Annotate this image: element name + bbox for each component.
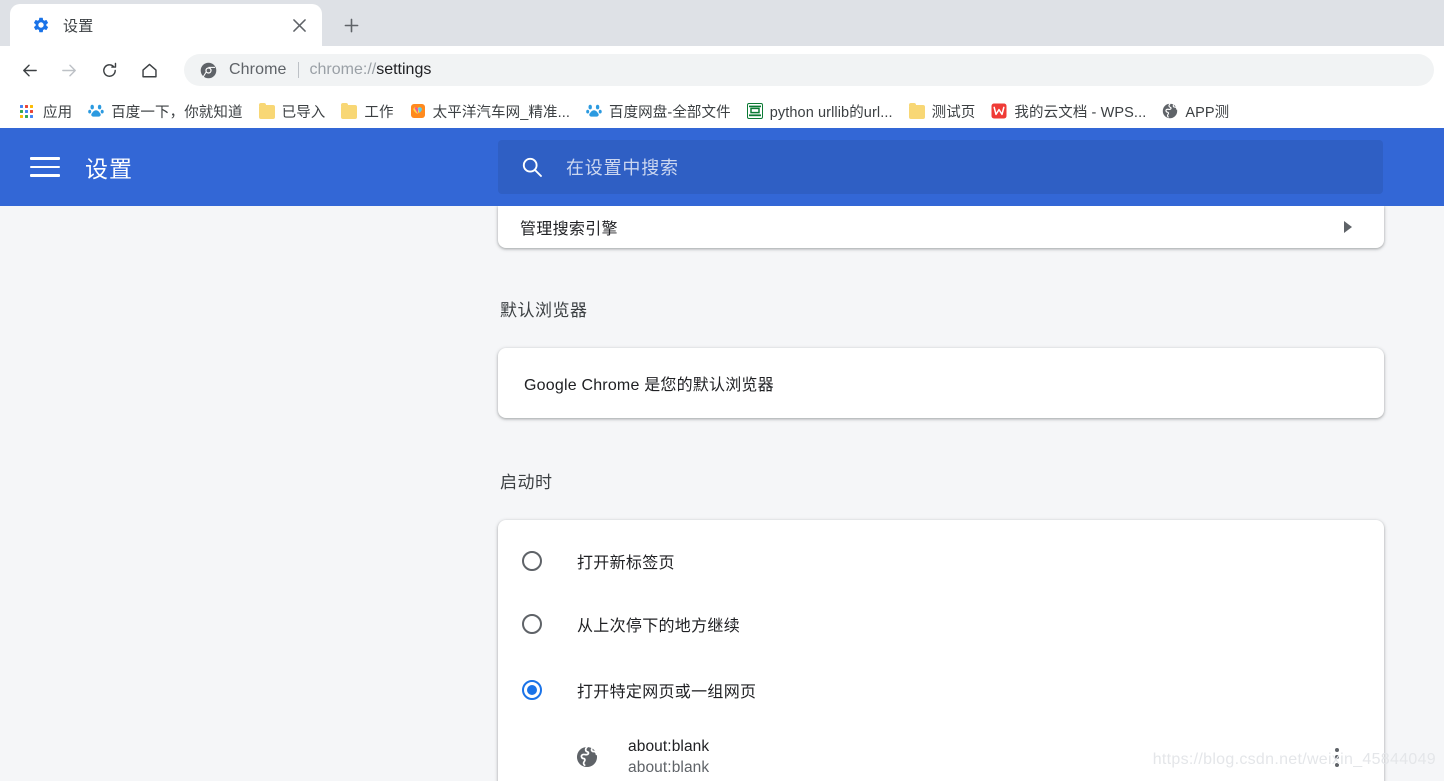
- hamburger-icon[interactable]: [30, 157, 60, 177]
- settings-search-input[interactable]: 在设置中搜索: [498, 140, 1383, 194]
- bookmark-label: 百度网盘-全部文件: [608, 104, 731, 121]
- folder-icon: [258, 102, 275, 119]
- bookmarks-bar: 应用 百度一下，你就知道 已导入 工作 太平洋汽车网_精准... 百度网盘-全部…: [0, 94, 1444, 128]
- startup-option-new-tab[interactable]: 打开新标签页: [498, 529, 1384, 592]
- bookmark-wps-cloud[interactable]: 我的云文档 - WPS...: [983, 98, 1154, 124]
- settings-header: 设置 在设置中搜索: [0, 128, 1444, 206]
- gear-icon: [34, 17, 49, 33]
- default-browser-section-title: 默认浏览器: [500, 301, 588, 320]
- bookmark-apps[interactable]: 应用: [12, 98, 80, 124]
- search-icon: [522, 157, 542, 177]
- bookmark-app-test[interactable]: APP测: [1154, 98, 1237, 124]
- tab-strip: 设置: [0, 0, 1444, 46]
- globe-icon: [1163, 103, 1178, 119]
- bookmark-work[interactable]: 工作: [333, 98, 401, 124]
- bookmark-test-page[interactable]: 测试页: [901, 98, 984, 124]
- default-browser-status: Google Chrome 是您的默认浏览器: [524, 377, 774, 394]
- default-browser-card: Google Chrome 是您的默认浏览器: [498, 348, 1384, 418]
- baidu-icon: [88, 104, 104, 117]
- chrome-logo-icon: [200, 62, 217, 78]
- omnibox-divider: [297, 62, 299, 78]
- globe-icon: [576, 746, 598, 768]
- douban-icon: [746, 103, 763, 119]
- omnibox-url-scheme: chrome://: [309, 61, 377, 78]
- browser-toolbar: Chrome chrome://settings: [0, 46, 1444, 94]
- omnibox-source-label: Chrome: [229, 61, 287, 78]
- back-button[interactable]: [12, 53, 46, 87]
- bookmark-label: 太平洋汽车网_精准...: [432, 104, 570, 121]
- arrow-right-icon: [61, 64, 76, 76]
- pcauto-icon: [410, 104, 425, 118]
- bookmark-baidu-search[interactable]: 百度一下，你就知道: [80, 98, 250, 124]
- bookmark-label: 工作: [364, 104, 394, 121]
- page-title: 设置: [85, 156, 133, 182]
- bookmark-label: APP测: [1185, 104, 1230, 121]
- radio-button[interactable]: [522, 613, 542, 634]
- omnibox-url-path: settings: [376, 61, 432, 78]
- folder-icon: [908, 102, 925, 119]
- radio-button[interactable]: [522, 679, 542, 700]
- radio-label: 打开新标签页: [577, 554, 675, 572]
- home-button[interactable]: [132, 53, 166, 87]
- browser-tab-settings[interactable]: 设置: [10, 4, 322, 46]
- close-icon[interactable]: [288, 14, 310, 36]
- bookmark-label: 已导入: [281, 104, 326, 121]
- apps-grid-icon: [20, 105, 36, 118]
- bookmark-label: python urllib的url...: [769, 104, 893, 121]
- settings-main-column: 管理搜索引擎 默认浏览器 Google Chrome 是您的默认浏览器 启动时 …: [498, 206, 1384, 781]
- bookmark-label: 百度一下，你就知道: [111, 104, 243, 121]
- bookmark-label: 应用: [43, 104, 73, 121]
- home-icon: [141, 63, 157, 77]
- address-bar[interactable]: Chrome chrome://settings: [184, 54, 1434, 86]
- radio-label: 打开特定网页或一组网页: [577, 683, 757, 701]
- reload-icon: [102, 62, 116, 77]
- startup-option-specific-pages[interactable]: 打开特定网页或一组网页: [498, 658, 1384, 721]
- radio-button[interactable]: [522, 550, 542, 571]
- radio-label: 从上次停下的地方继续: [577, 617, 741, 635]
- forward-button[interactable]: [52, 53, 86, 87]
- arrow-left-icon: [22, 64, 37, 76]
- tab-title: 设置: [63, 17, 94, 35]
- new-tab-button[interactable]: [336, 10, 366, 40]
- startup-options-card: 打开新标签页 从上次停下的地方继续 打开特定网页或一组网页 about:blan…: [498, 520, 1384, 781]
- bookmark-python-urllib[interactable]: python urllib的url...: [739, 98, 901, 124]
- bookmark-label: 测试页: [931, 104, 976, 121]
- bookmark-label: 我的云文档 - WPS...: [1014, 104, 1147, 121]
- plus-icon: [344, 18, 358, 32]
- settings-search-placeholder: 在设置中搜索: [566, 158, 679, 178]
- watermark-text: https://blog.csdn.net/weixin_45844049: [1152, 751, 1436, 768]
- wps-icon: [991, 103, 1007, 119]
- chevron-right-icon: [1344, 221, 1360, 233]
- bookmark-imported[interactable]: 已导入: [251, 98, 334, 124]
- startup-section-title: 启动时: [500, 473, 553, 492]
- manage-search-engines-label: 管理搜索引擎: [520, 221, 618, 238]
- baidu-icon: [586, 104, 602, 117]
- manage-search-engines-row[interactable]: 管理搜索引擎: [498, 206, 1384, 248]
- bookmark-pcauto[interactable]: 太平洋汽车网_精准...: [402, 98, 578, 124]
- startup-option-continue[interactable]: 从上次停下的地方继续: [498, 592, 1384, 655]
- bookmark-baidu-pan[interactable]: 百度网盘-全部文件: [578, 98, 739, 124]
- settings-content-area: 管理搜索引擎 默认浏览器 Google Chrome 是您的默认浏览器 启动时 …: [0, 206, 1444, 781]
- reload-button[interactable]: [92, 53, 126, 87]
- folder-icon: [341, 102, 358, 119]
